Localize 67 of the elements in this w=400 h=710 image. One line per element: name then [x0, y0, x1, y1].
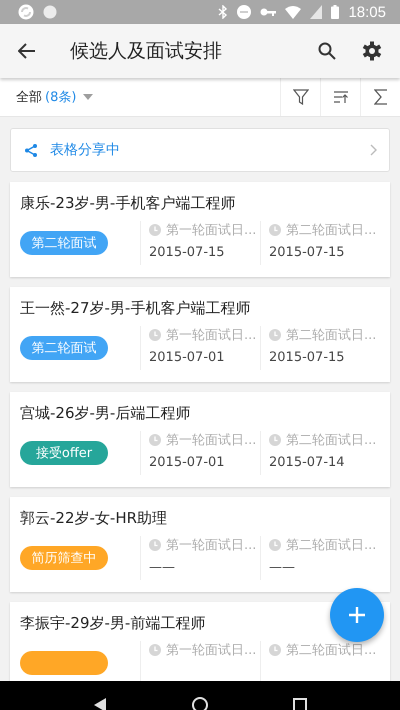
candidate-card[interactable]: 宫城-26岁-男-后端工程师 接受offer 第一轮面试日... 2015-07-01 第二轮面试日... 2015-07-14 [10, 392, 390, 487]
clock-icon [269, 434, 281, 446]
back-icon[interactable] [92, 696, 107, 710]
caret-icon [83, 94, 94, 100]
candidate-card[interactable]: 康乐-23岁-男-手机客户端工程师 第二轮面试 第一轮面试日... 2015-07-15 第二轮面试日... 2015-07-15 [10, 182, 390, 277]
date-label: 第二轮面试日... [286, 537, 376, 554]
date-label: 第二轮面试日... [286, 642, 376, 659]
candidate-title: 康乐-23岁-男-手机客户端工程师 [20, 193, 236, 214]
clock-icon [269, 224, 281, 236]
wifi-icon [285, 6, 302, 18]
clock-icon [269, 329, 281, 341]
date-label: 第二轮面试日... [286, 222, 376, 239]
date-value: —— [149, 560, 176, 575]
clock-time: 18:05 [348, 4, 386, 20]
settings-icon[interactable] [362, 41, 382, 61]
candidate-card[interactable]: 李振宇-29岁-男-前端工程师 第一轮面试日... 第二轮面试日... [10, 602, 390, 681]
key-icon [260, 7, 276, 17]
sort-icon[interactable] [332, 90, 348, 104]
filter-icon[interactable] [292, 89, 308, 105]
home-icon[interactable] [192, 696, 208, 710]
back-arrow-icon[interactable] [18, 43, 36, 59]
share-icon [25, 144, 37, 156]
status-tag: 接受offer [20, 441, 108, 465]
candidate-title: 宫城-26岁-男-后端工程师 [20, 403, 190, 424]
clock-icon [149, 329, 161, 341]
date-value: 2015-07-01 [149, 455, 226, 470]
screen-title: 候选人及面试安排 [70, 39, 223, 64]
date-label: 第二轮面试日... [286, 327, 376, 344]
candidate-card[interactable]: 王一然-27岁-男-手机客户端工程师 第二轮面试 第一轮面试日... 2015-07-01 第二轮面试日... 2015-07-15 [10, 287, 390, 382]
date-label: 第二轮面试日... [286, 432, 376, 449]
date-label: 第一轮面试日... [166, 222, 256, 239]
recents-icon[interactable] [293, 698, 308, 710]
battery-icon [331, 5, 340, 19]
date-label: 第一轮面试日... [166, 432, 256, 449]
date-value: 2015-07-15 [269, 350, 346, 365]
share-banner[interactable]: 表格分享中 [10, 128, 390, 172]
candidate-title: 王一然-27岁-男-手机客户端工程师 [20, 298, 250, 319]
clock-icon [269, 644, 281, 656]
candidate-card[interactable]: 郭云-22岁-女-HR助理 简历筛查中 第一轮面试日... —— 第二轮面试日... —— [10, 497, 390, 592]
plus-icon [348, 606, 366, 624]
clock-icon [269, 539, 281, 551]
chevron-icon [370, 144, 377, 156]
share-status-text: 表格分享中 [50, 141, 121, 159]
date-value: 2015-07-01 [149, 350, 226, 365]
date-value: 2015-07-15 [149, 245, 226, 260]
bluetooth-icon [218, 5, 228, 19]
date-value: 2015-07-14 [269, 455, 346, 470]
date-value: —— [269, 560, 296, 575]
sum-icon[interactable] [374, 89, 388, 105]
date-label: 第一轮面试日... [166, 537, 256, 554]
date-label: 第一轮面试日... [166, 327, 256, 344]
sync-icon [18, 4, 34, 20]
date-value: 2015-07-15 [269, 245, 346, 260]
clock-icon [149, 434, 161, 446]
signal-icon [310, 5, 322, 19]
status-tag: 第二轮面试 [20, 231, 108, 255]
candidate-title: 李振宇-29岁-男-前端工程师 [20, 613, 206, 634]
clock-icon [149, 539, 161, 551]
do-not-disturb-icon [237, 5, 252, 19]
status-tag: 简历筛查中 [20, 546, 108, 570]
search-icon[interactable] [318, 42, 336, 60]
candidate-title: 郭云-22岁-女-HR助理 [20, 508, 168, 529]
status-tag: 第二轮面试 [20, 336, 108, 360]
date-label: 第一轮面试日... [166, 642, 256, 659]
clock-icon [149, 224, 161, 236]
circle-icon [43, 5, 57, 19]
clock-icon [149, 644, 161, 656]
